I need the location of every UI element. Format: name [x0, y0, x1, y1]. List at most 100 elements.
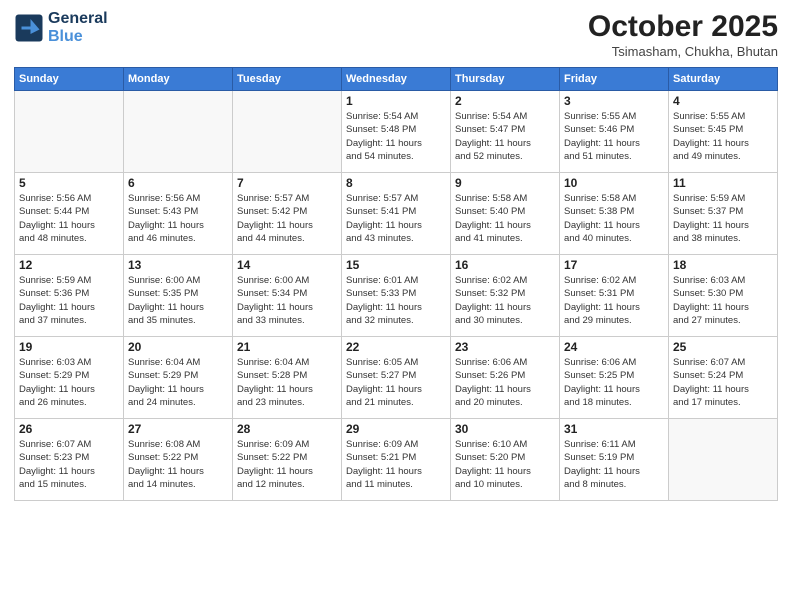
day-info-line: Sunset: 5:37 PM [673, 205, 773, 218]
day-cell: 24Sunrise: 6:06 AMSunset: 5:25 PMDayligh… [560, 337, 669, 419]
day-number: 16 [455, 258, 555, 272]
day-info-line: Sunset: 5:19 PM [564, 451, 664, 464]
day-info-line: and 32 minutes. [346, 314, 446, 327]
day-info-line: Sunrise: 6:04 AM [128, 356, 228, 369]
day-info-line: Sunset: 5:28 PM [237, 369, 337, 382]
day-info-line: Sunrise: 6:01 AM [346, 274, 446, 287]
day-info: Sunrise: 5:57 AMSunset: 5:42 PMDaylight:… [237, 192, 337, 245]
day-number: 1 [346, 94, 446, 108]
day-cell: 9Sunrise: 5:58 AMSunset: 5:40 PMDaylight… [451, 173, 560, 255]
day-info-line: Daylight: 11 hours [346, 219, 446, 232]
month-title: October 2025 [588, 10, 778, 44]
logo-text: General Blue [48, 10, 108, 45]
day-cell: 14Sunrise: 6:00 AMSunset: 5:34 PMDayligh… [233, 255, 342, 337]
day-number: 8 [346, 176, 446, 190]
day-info-line: Sunset: 5:44 PM [19, 205, 119, 218]
day-info: Sunrise: 5:55 AMSunset: 5:45 PMDaylight:… [673, 110, 773, 163]
day-cell: 27Sunrise: 6:08 AMSunset: 5:22 PMDayligh… [124, 419, 233, 501]
day-number: 30 [455, 422, 555, 436]
day-info-line: Sunrise: 6:10 AM [455, 438, 555, 451]
day-info-line: and 46 minutes. [128, 232, 228, 245]
day-header-thursday: Thursday [451, 68, 560, 91]
day-info-line: and 27 minutes. [673, 314, 773, 327]
day-number: 9 [455, 176, 555, 190]
day-info-line: Sunset: 5:43 PM [128, 205, 228, 218]
day-info-line: and 26 minutes. [19, 396, 119, 409]
day-number: 18 [673, 258, 773, 272]
week-row-1: 1Sunrise: 5:54 AMSunset: 5:48 PMDaylight… [15, 91, 778, 173]
day-info-line: Sunrise: 5:54 AM [346, 110, 446, 123]
day-info-line: Sunset: 5:29 PM [128, 369, 228, 382]
day-number: 10 [564, 176, 664, 190]
day-info-line: and 37 minutes. [19, 314, 119, 327]
day-cell: 19Sunrise: 6:03 AMSunset: 5:29 PMDayligh… [15, 337, 124, 419]
day-info-line: Sunrise: 5:54 AM [455, 110, 555, 123]
week-row-5: 26Sunrise: 6:07 AMSunset: 5:23 PMDayligh… [15, 419, 778, 501]
day-info-line: and 38 minutes. [673, 232, 773, 245]
day-info-line: Sunrise: 6:09 AM [237, 438, 337, 451]
day-info-line: and 12 minutes. [237, 478, 337, 491]
logo: General Blue [14, 10, 108, 45]
day-number: 11 [673, 176, 773, 190]
day-info: Sunrise: 5:56 AMSunset: 5:43 PMDaylight:… [128, 192, 228, 245]
day-info-line: and 48 minutes. [19, 232, 119, 245]
day-info-line: Daylight: 11 hours [128, 383, 228, 396]
day-info-line: Daylight: 11 hours [455, 383, 555, 396]
day-cell: 21Sunrise: 6:04 AMSunset: 5:28 PMDayligh… [233, 337, 342, 419]
day-header-saturday: Saturday [669, 68, 778, 91]
day-info-line: and 30 minutes. [455, 314, 555, 327]
day-info-line: Sunset: 5:47 PM [455, 123, 555, 136]
day-info: Sunrise: 6:05 AMSunset: 5:27 PMDaylight:… [346, 356, 446, 409]
day-info-line: Sunset: 5:27 PM [346, 369, 446, 382]
day-info-line: and 44 minutes. [237, 232, 337, 245]
day-cell: 12Sunrise: 5:59 AMSunset: 5:36 PMDayligh… [15, 255, 124, 337]
day-info-line: Sunset: 5:22 PM [128, 451, 228, 464]
day-number: 29 [346, 422, 446, 436]
calendar: SundayMondayTuesdayWednesdayThursdayFrid… [14, 67, 778, 501]
page: General Blue October 2025 Tsimasham, Chu… [0, 0, 792, 612]
day-info-line: Sunrise: 6:03 AM [19, 356, 119, 369]
day-cell: 28Sunrise: 6:09 AMSunset: 5:22 PMDayligh… [233, 419, 342, 501]
day-number: 17 [564, 258, 664, 272]
day-info-line: and 35 minutes. [128, 314, 228, 327]
day-info-line: Sunset: 5:33 PM [346, 287, 446, 300]
day-info-line: Sunrise: 6:07 AM [19, 438, 119, 451]
day-info-line: Sunrise: 5:59 AM [19, 274, 119, 287]
day-info-line: Daylight: 11 hours [346, 301, 446, 314]
day-info-line: Daylight: 11 hours [455, 465, 555, 478]
day-cell: 2Sunrise: 5:54 AMSunset: 5:47 PMDaylight… [451, 91, 560, 173]
day-info-line: and 49 minutes. [673, 150, 773, 163]
day-info-line: Sunset: 5:36 PM [19, 287, 119, 300]
day-info-line: and 29 minutes. [564, 314, 664, 327]
day-info-line: Sunrise: 6:03 AM [673, 274, 773, 287]
day-cell: 31Sunrise: 6:11 AMSunset: 5:19 PMDayligh… [560, 419, 669, 501]
day-number: 13 [128, 258, 228, 272]
day-info-line: Daylight: 11 hours [564, 301, 664, 314]
day-info-line: Sunrise: 6:07 AM [673, 356, 773, 369]
header: General Blue October 2025 Tsimasham, Chu… [14, 10, 778, 59]
day-cell: 13Sunrise: 6:00 AMSunset: 5:35 PMDayligh… [124, 255, 233, 337]
day-cell: 23Sunrise: 6:06 AMSunset: 5:26 PMDayligh… [451, 337, 560, 419]
day-cell: 22Sunrise: 6:05 AMSunset: 5:27 PMDayligh… [342, 337, 451, 419]
day-info: Sunrise: 5:59 AMSunset: 5:36 PMDaylight:… [19, 274, 119, 327]
day-info-line: Sunset: 5:46 PM [564, 123, 664, 136]
day-info-line: Sunrise: 6:11 AM [564, 438, 664, 451]
day-info-line: Daylight: 11 hours [128, 465, 228, 478]
day-info-line: Sunset: 5:20 PM [455, 451, 555, 464]
day-info-line: Daylight: 11 hours [346, 137, 446, 150]
day-cell [124, 91, 233, 173]
logo-line1: General [48, 10, 108, 28]
day-info: Sunrise: 6:01 AMSunset: 5:33 PMDaylight:… [346, 274, 446, 327]
day-number: 28 [237, 422, 337, 436]
day-number: 25 [673, 340, 773, 354]
day-info-line: Daylight: 11 hours [237, 465, 337, 478]
day-info-line: Sunrise: 5:59 AM [673, 192, 773, 205]
day-number: 24 [564, 340, 664, 354]
day-info-line: Sunrise: 5:55 AM [673, 110, 773, 123]
day-info-line: and 20 minutes. [455, 396, 555, 409]
day-number: 26 [19, 422, 119, 436]
day-cell: 20Sunrise: 6:04 AMSunset: 5:29 PMDayligh… [124, 337, 233, 419]
day-info-line: Sunrise: 5:58 AM [564, 192, 664, 205]
day-info-line: Daylight: 11 hours [237, 219, 337, 232]
day-info-line: Sunrise: 5:56 AM [19, 192, 119, 205]
